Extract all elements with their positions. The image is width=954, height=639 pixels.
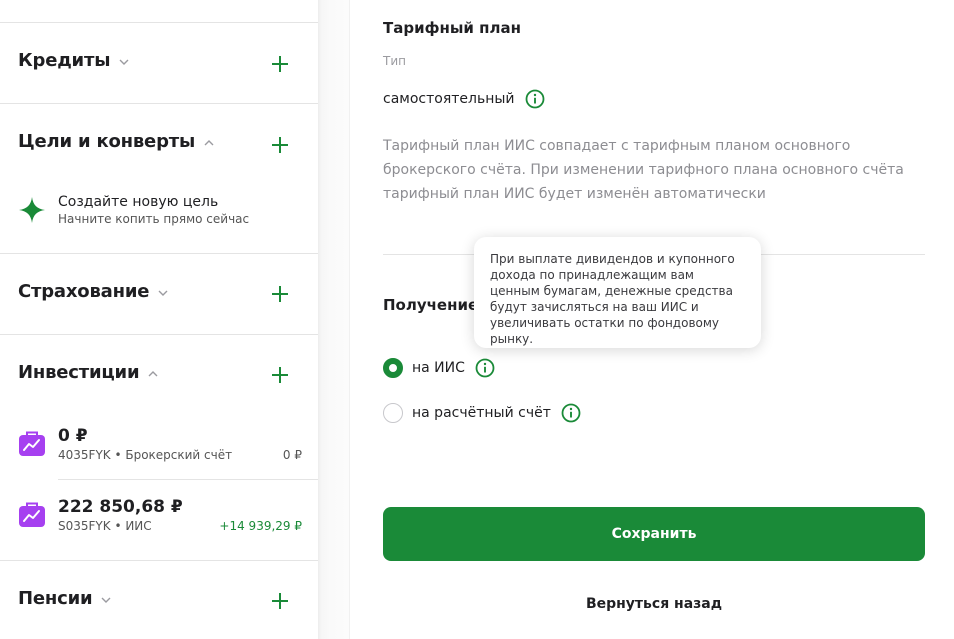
option-current-account[interactable]: на расчётный счёт: [383, 403, 581, 423]
briefcase-chart-icon: [19, 431, 45, 456]
back-button[interactable]: Вернуться назад: [383, 592, 925, 616]
account-details: 4035FYK • Брокерский счёт: [58, 448, 233, 462]
account-change: 0 ₽: [282, 448, 302, 462]
section-pensions-title: Пенсии: [18, 588, 93, 609]
sidebar-divider: [0, 22, 318, 23]
account-amount: 222 850,68 ₽: [58, 497, 183, 517]
save-button[interactable]: Сохранить: [383, 507, 925, 561]
chevron-down-icon: [119, 59, 129, 65]
type-label: Тип: [383, 54, 406, 68]
account-amount: 0 ₽: [58, 426, 88, 446]
section-goals-title: Цели и конверты: [18, 131, 196, 152]
option-current-account-label: на расчётный счёт: [412, 405, 551, 421]
add-goal-plus-icon[interactable]: [270, 135, 290, 155]
account-item-brokerage[interactable]: 0 ₽ 4035FYK • Брокерский счёт 0 ₽: [18, 425, 302, 465]
panel-separator: [318, 0, 350, 639]
info-icon[interactable]: [475, 358, 495, 378]
sidebar-divider: [0, 103, 318, 104]
info-icon[interactable]: [525, 89, 545, 109]
sidebar-divider: [0, 334, 318, 335]
account-divider: [58, 479, 318, 480]
section-insurance-header[interactable]: Страхование: [18, 281, 170, 302]
option-iis-label: на ИИС: [412, 360, 465, 376]
add-investment-plus-icon[interactable]: [270, 365, 290, 385]
option-iis[interactable]: на ИИС: [383, 358, 495, 378]
sidebar: Кредиты Цели и конверты Создайте новую ц…: [0, 0, 318, 639]
section-credits-header[interactable]: Кредиты: [18, 50, 131, 71]
create-goal-item[interactable]: Создайте новую цель Начните копить прямо…: [18, 194, 249, 227]
account-details: S035FYK • ИИС: [58, 519, 152, 533]
income-section-title: Получение: [383, 296, 479, 314]
chevron-down-icon: [158, 290, 168, 296]
account-change: +14 939,29 ₽: [219, 519, 302, 533]
sidebar-divider: [0, 560, 318, 561]
section-pensions-header[interactable]: Пенсии: [18, 588, 113, 609]
sidebar-divider: [0, 253, 318, 254]
type-value: самостоятельный: [383, 91, 515, 107]
section-investments-title: Инвестиции: [18, 362, 140, 383]
page-title: Тарифный план: [383, 19, 521, 37]
section-credits-title: Кредиты: [18, 50, 111, 71]
chevron-down-icon: [101, 597, 111, 603]
sparkle-icon: [19, 197, 45, 223]
section-insurance-title: Страхование: [18, 281, 150, 302]
chevron-up-icon: [204, 140, 214, 146]
briefcase-chart-icon: [19, 502, 45, 527]
add-insurance-plus-icon[interactable]: [270, 284, 290, 304]
tariff-description: Тарифный план ИИС совпадает с тарифным п…: [383, 138, 904, 202]
add-pension-plus-icon[interactable]: [270, 591, 290, 611]
info-tooltip: При выплате дивидендов и купонного доход…: [474, 237, 761, 348]
type-value-row: самостоятельный: [383, 89, 545, 109]
create-goal-subtitle: Начните копить прямо сейчас: [58, 212, 250, 226]
info-icon[interactable]: [561, 403, 581, 423]
chevron-up-icon: [148, 371, 158, 377]
radio-iis[interactable]: [383, 358, 403, 378]
account-item-iis[interactable]: 222 850,68 ₽ S035FYK • ИИС +14 939,29 ₽: [18, 496, 302, 536]
add-credit-plus-icon[interactable]: [270, 54, 290, 74]
create-goal-title: Создайте новую цель: [58, 194, 219, 210]
tariff-settings-panel: Тарифный план Тип самостоятельный Тарифн…: [350, 0, 954, 639]
section-goals-header[interactable]: Цели и конверты: [18, 131, 216, 152]
section-investments-header[interactable]: Инвестиции: [18, 362, 160, 383]
radio-current-account[interactable]: [383, 403, 403, 423]
